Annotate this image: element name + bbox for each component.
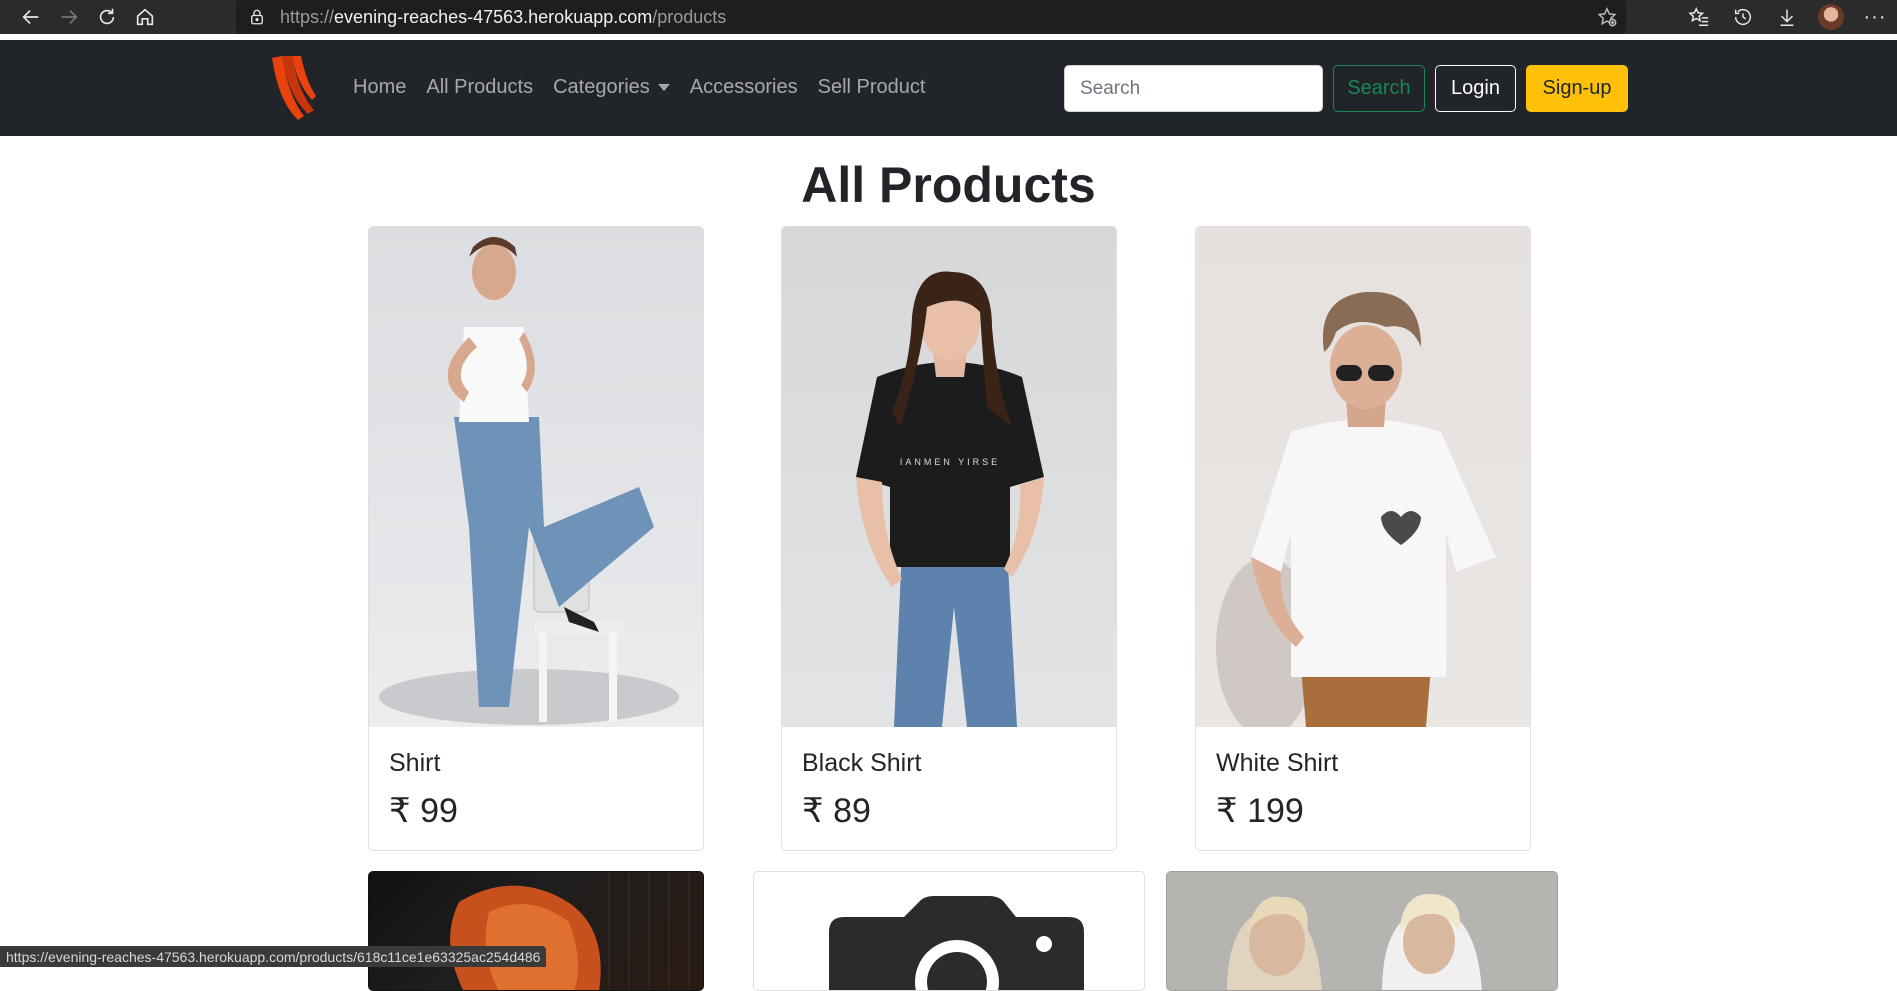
login-button[interactable]: Login [1435, 65, 1516, 112]
nav-categories-dropdown[interactable]: Categories [553, 76, 670, 99]
back-icon[interactable] [14, 0, 48, 34]
nav-sell-product[interactable]: Sell Product [818, 76, 926, 99]
product-card[interactable]: White Shirt ₹ 199 [1195, 226, 1531, 851]
search-input[interactable] [1064, 65, 1323, 112]
home-icon[interactable] [128, 0, 162, 34]
product-card[interactable]: Shirt ₹ 99 [368, 226, 704, 851]
favorites-icon[interactable] [1677, 0, 1721, 34]
product-name: Black Shirt [802, 749, 922, 777]
product-card[interactable] [368, 871, 704, 991]
page-title: All Products [801, 157, 1096, 213]
nav-all-products[interactable]: All Products [426, 76, 533, 99]
nav-links: Home All Products Categories Accessories… [353, 76, 945, 99]
lock-icon [251, 9, 263, 25]
address-bar[interactable]: https://evening-reaches-47563.herokuapp.… [236, 0, 1626, 34]
svg-text:IANMEN YIRSE: IANMEN YIRSE [900, 457, 1000, 467]
product-price: ₹ 89 [802, 792, 871, 830]
product-price: ₹ 99 [389, 792, 458, 830]
more-options-icon[interactable]: ··· [1853, 0, 1897, 34]
refresh-icon[interactable] [90, 0, 124, 34]
site-logo[interactable] [268, 54, 318, 122]
nav-home[interactable]: Home [353, 76, 406, 99]
chevron-down-icon [657, 84, 670, 91]
url-text: https://evening-reaches-47563.herokuapp.… [280, 6, 727, 27]
product-image-woman-black-tshirt[interactable]: IANMEN YIRSE [782, 227, 1116, 727]
product-card[interactable]: IANMEN YIRSE Black Shirt ₹ 89 [781, 226, 1117, 851]
product-name: Shirt [389, 749, 441, 777]
product-price: ₹ 199 [1216, 792, 1304, 830]
product-image-two-people[interactable] [1167, 872, 1557, 990]
product-image-red-hair[interactable] [369, 872, 703, 990]
product-image-woman-jeans[interactable] [369, 227, 703, 727]
signup-button[interactable]: Sign-up [1526, 65, 1628, 112]
nav-categories-label: Categories [553, 76, 650, 98]
profile-avatar[interactable] [1809, 0, 1853, 34]
search-button[interactable]: Search [1333, 65, 1425, 112]
nav-accessories[interactable]: Accessories [690, 76, 798, 99]
history-icon[interactable] [1721, 0, 1765, 34]
product-name: White Shirt [1216, 749, 1339, 777]
product-card[interactable] [753, 871, 1145, 991]
camera-placeholder-icon[interactable] [754, 872, 1145, 991]
downloads-icon[interactable] [1765, 0, 1809, 34]
status-bar-url: https://evening-reaches-47563.herokuapp.… [0, 946, 547, 967]
add-favorite-icon[interactable] [1596, 6, 1618, 28]
browser-toolbar: https://evening-reaches-47563.herokuapp.… [0, 0, 1897, 34]
product-card[interactable] [1166, 871, 1558, 991]
product-image-boy-white-tshirt[interactable] [1196, 227, 1530, 727]
forward-icon[interactable] [52, 0, 86, 34]
